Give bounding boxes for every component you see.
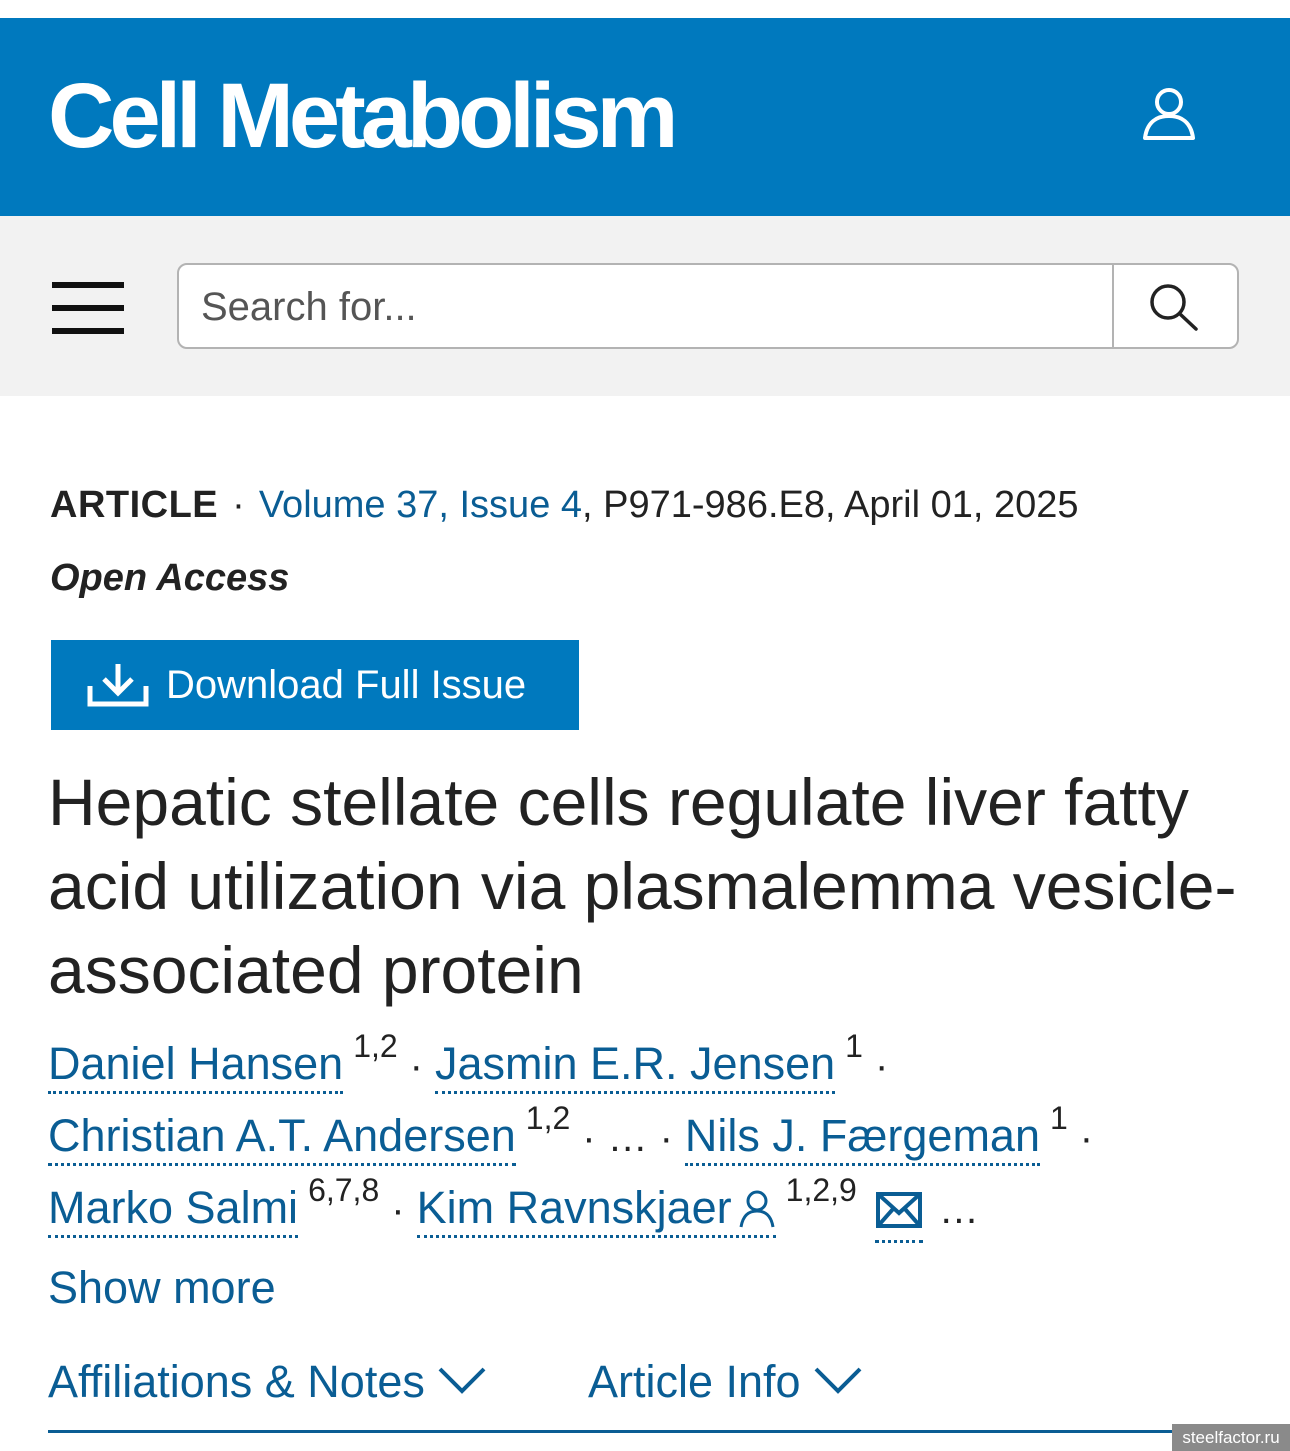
- author-separator: ·: [874, 1044, 889, 1088]
- affiliation-marker: 1,2: [353, 1028, 398, 1064]
- tab-label: Affiliations & Notes: [48, 1356, 425, 1407]
- article-type: ARTICLE: [50, 484, 219, 526]
- author-link[interactable]: Christian A.T. Andersen: [48, 1110, 516, 1166]
- author-separator: ·: [659, 1116, 673, 1160]
- corresponding-author-icon: [739, 1190, 775, 1228]
- author-link[interactable]: Marko Salmi: [48, 1182, 299, 1238]
- affiliation-marker: 1: [845, 1028, 863, 1064]
- affiliation-marker: 1: [1049, 1100, 1068, 1136]
- tab-label: Article Info: [588, 1356, 801, 1407]
- tab-affiliations-notes[interactable]: Affiliations & Notes: [48, 1356, 487, 1408]
- user-icon[interactable]: [1140, 84, 1198, 142]
- authors-ellipsis[interactable]: …: [608, 1116, 648, 1160]
- pages-date: , P971-986.E8, April 01, 2025: [582, 484, 1079, 526]
- status-strip: [0, 0, 1290, 18]
- download-full-issue-button[interactable]: Download Full Issue: [51, 640, 579, 730]
- open-access-label: Open Access: [50, 557, 290, 599]
- author-row: Christian A.T. Andersen 1,2 ·… · Nils J. Fær…: [48, 1100, 1105, 1174]
- author-separator: ·: [1079, 1116, 1094, 1160]
- article-tabs: Affiliations & Notes Article Info: [48, 1356, 1242, 1433]
- author-name: Kim Ravnskjaer: [416, 1182, 732, 1233]
- author-link[interactable]: Nils J. Færgeman: [684, 1110, 1040, 1166]
- author-link[interactable]: Daniel Hansen: [48, 1038, 344, 1094]
- author-row: Marko Salmi 6,7,8 · Kim Ravnskjaer 1,2,9 …: [48, 1172, 979, 1246]
- site-header: Cell Metabolism: [0, 18, 1290, 216]
- meta-separator: ·: [232, 484, 245, 526]
- mail-icon: [875, 1192, 922, 1228]
- show-more-link[interactable]: Show more: [48, 1262, 276, 1314]
- authors-ellipsis: …: [938, 1188, 979, 1232]
- author-separator: ·: [391, 1188, 405, 1232]
- chevron-down-icon: [814, 1367, 862, 1394]
- search-input[interactable]: [199, 273, 1103, 341]
- download-label: Download Full Issue: [166, 663, 527, 707]
- tab-article-info[interactable]: Article Info: [588, 1356, 863, 1408]
- search-icon: [1150, 284, 1198, 331]
- volume-issue-link[interactable]: Volume 37, Issue 4: [259, 484, 582, 526]
- article-title: Hepatic stellate cells regulate liver fa…: [48, 765, 1237, 1007]
- author-row: Daniel Hansen 1,2 · Jasmin E.R. Jensen 1 ·: [48, 1028, 900, 1102]
- watermark: steelfactor.ru: [1172, 1424, 1290, 1451]
- menu-icon[interactable]: [52, 282, 124, 334]
- article-meta: ARTICLE · Volume 37, Issue 4, P971-986.E8,…: [50, 484, 1079, 527]
- journal-logo[interactable]: Cell Metabolism: [48, 70, 678, 162]
- chevron-down-icon: [438, 1367, 486, 1394]
- corresponding-author-link[interactable]: Kim Ravnskjaer: [416, 1182, 776, 1238]
- email-link[interactable]: [874, 1188, 923, 1243]
- search-box: [177, 263, 1239, 349]
- author-separator: ·: [582, 1116, 596, 1160]
- author-separator: ·: [409, 1044, 423, 1088]
- author-link[interactable]: Jasmin E.R. Jensen: [435, 1038, 836, 1094]
- affiliation-marker: 6,7,8: [308, 1172, 380, 1208]
- search-button[interactable]: [1112, 265, 1237, 347]
- affiliation-marker: 1,2,9: [785, 1172, 857, 1208]
- download-icon: [87, 664, 149, 707]
- search-bar: [0, 216, 1290, 396]
- affiliation-marker: 1,2: [525, 1100, 571, 1136]
